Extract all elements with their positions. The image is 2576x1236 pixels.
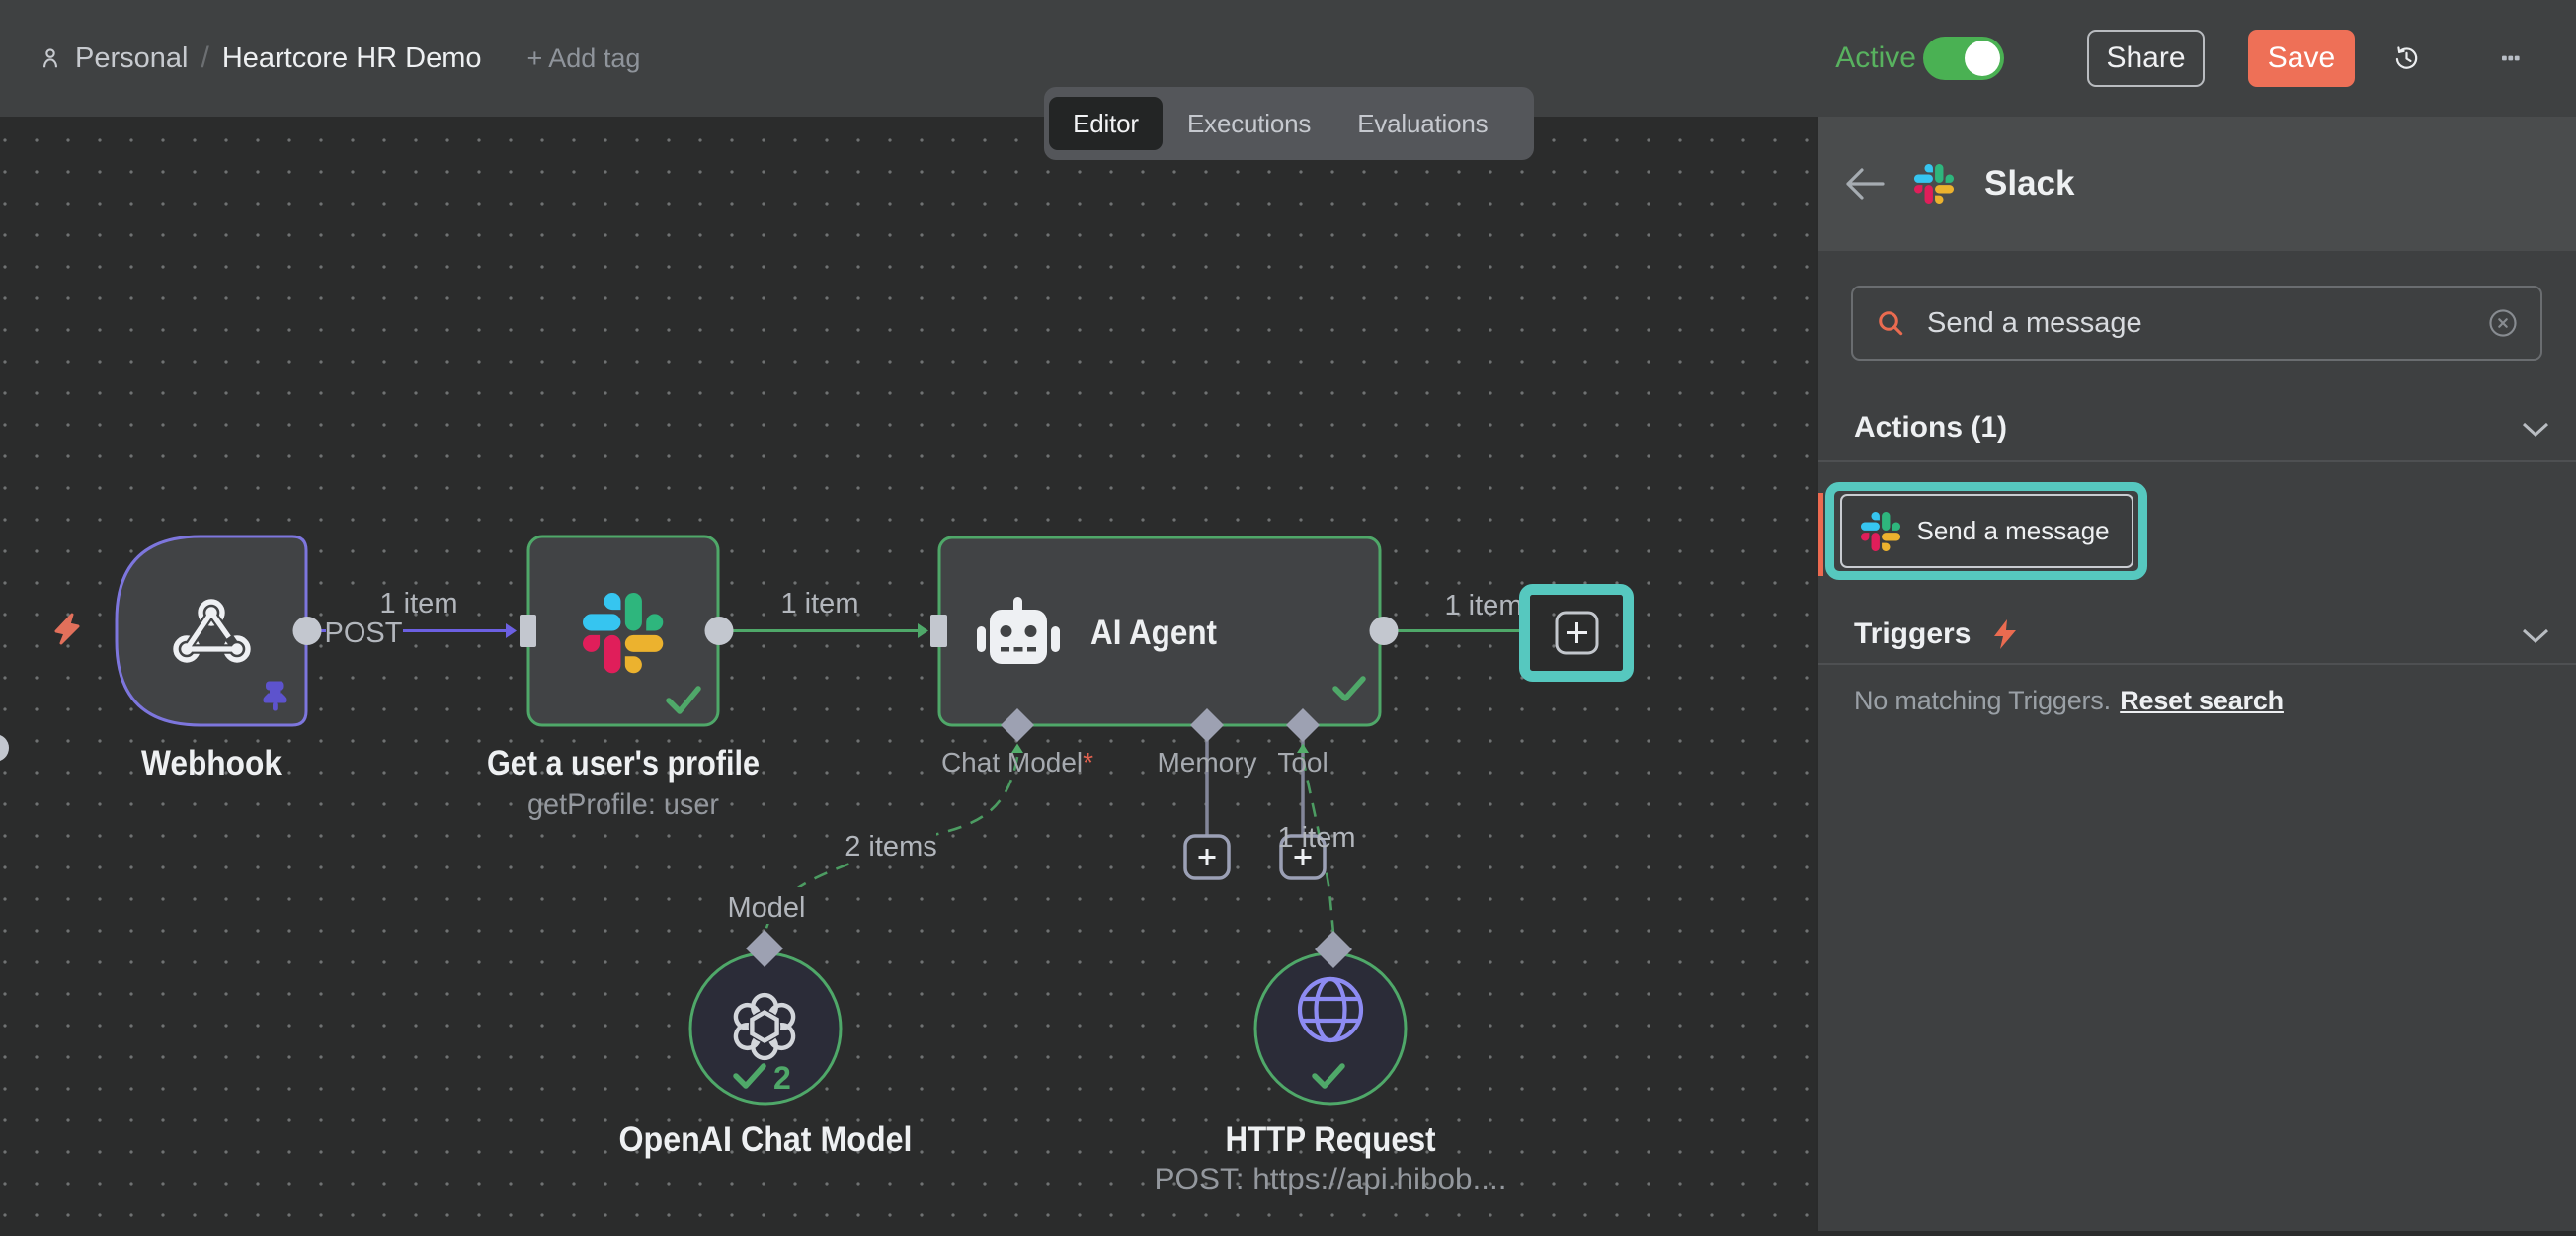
svg-text:HTTP Request: HTTP Request — [1226, 1120, 1436, 1159]
svg-text:2 items: 2 items — [845, 831, 936, 863]
svg-text:Tool: Tool — [1277, 747, 1328, 778]
svg-text:1 item: 1 item — [380, 588, 458, 619]
svg-text:Get a user's profile: Get a user's profile — [487, 744, 760, 783]
svg-text:getProfile: user: getProfile: user — [527, 788, 719, 821]
svg-text:1 item: 1 item — [1278, 822, 1356, 854]
svg-text:POST: https://api.hibob....: POST: https://api.hibob.... — [1155, 1163, 1507, 1195]
svg-text:POST: POST — [325, 618, 403, 649]
svg-text:Chat Model*: Chat Model* — [941, 747, 1093, 778]
svg-text:Model: Model — [728, 892, 806, 924]
svg-text:2: 2 — [773, 1060, 791, 1096]
svg-text:1 item: 1 item — [781, 588, 859, 619]
svg-text:OpenAI Chat Model: OpenAI Chat Model — [619, 1120, 913, 1159]
svg-text:Webhook: Webhook — [141, 744, 282, 783]
svg-text:Memory: Memory — [1157, 747, 1256, 778]
svg-text:AI Agent: AI Agent — [1090, 614, 1217, 652]
svg-text:1 item: 1 item — [1445, 590, 1523, 621]
